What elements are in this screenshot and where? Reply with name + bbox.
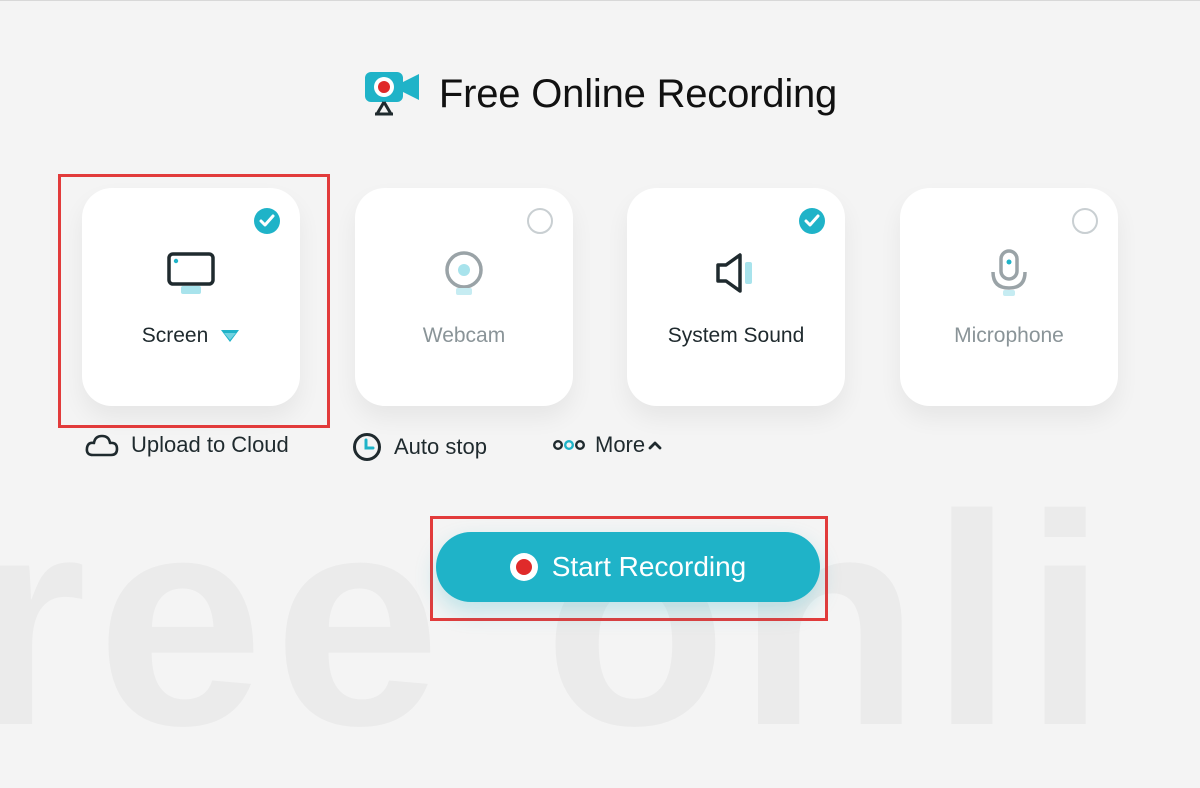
source-card-webcam[interactable]: Webcam: [355, 188, 573, 406]
checkmark-icon: [804, 214, 820, 227]
upload-to-cloud-label: Upload to Cloud: [131, 432, 289, 457]
record-dot-icon: [509, 553, 538, 581]
webcam-icon: [445, 251, 483, 295]
microphone-icon: [991, 249, 1027, 296]
more-label: More: [595, 432, 646, 457]
source-card-system-sound[interactable]: System Sound: [627, 188, 845, 406]
page-header: Free Online Recording: [0, 64, 1200, 124]
microphone-checkbox[interactable]: [1072, 208, 1098, 234]
speaker-icon: [716, 253, 752, 293]
source-label-system-sound: System Sound: [667, 324, 805, 347]
system-sound-checkbox[interactable]: [799, 208, 825, 234]
source-label-microphone: Microphone: [954, 324, 1064, 347]
video-camera-record-icon: [364, 72, 419, 116]
more-option[interactable]: More: [553, 432, 662, 458]
start-recording-label: Start Recording: [551, 551, 747, 582]
chevron-up-icon: [648, 441, 662, 450]
top-divider: [0, 0, 1200, 1]
upload-to-cloud-option[interactable]: Upload to Cloud: [85, 432, 289, 458]
cloud-icon: [85, 434, 119, 457]
source-card-microphone[interactable]: Microphone: [900, 188, 1118, 406]
clock-icon: [353, 433, 381, 461]
source-label-webcam: Webcam: [422, 324, 506, 347]
webcam-checkbox[interactable]: [527, 208, 553, 234]
options-row: Upload to Cloud Auto stop More: [0, 432, 1200, 472]
page-title: Free Online Recording: [438, 71, 838, 116]
auto-stop-label: Auto stop: [394, 434, 487, 459]
start-recording-button[interactable]: Start Recording: [436, 532, 820, 602]
more-dots-icon: [553, 440, 585, 450]
auto-stop-option[interactable]: Auto stop: [352, 432, 487, 462]
highlight-box-screen: [58, 174, 330, 428]
